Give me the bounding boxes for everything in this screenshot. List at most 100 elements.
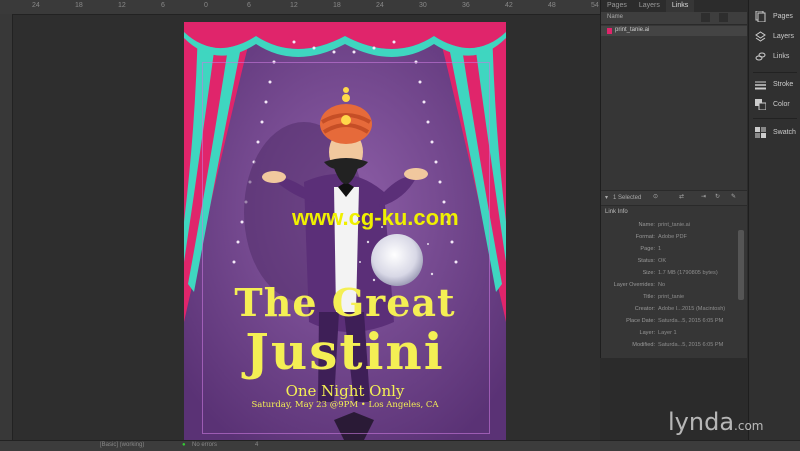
link-info-row: Modified: Saturda...5, 2015 6:05 PM <box>601 342 741 351</box>
crystal-ball <box>371 234 423 286</box>
link-info-value: Saturda...5, 2015 6:05 PM <box>658 342 724 348</box>
link-info-row: Place Date: Saturda...5, 2015 6:05 PM <box>601 318 741 327</box>
file-icon <box>607 28 612 34</box>
link-row[interactable]: print_tanie.ai <box>601 26 747 36</box>
ruler-mark: 12 <box>118 2 126 9</box>
link-info-value: print_tanie <box>658 294 685 300</box>
tab-pages[interactable]: Pages <box>601 0 633 12</box>
link-name: print_tanie.ai <box>615 27 650 33</box>
dock-swatches[interactable]: Swatch <box>749 124 800 142</box>
poster-title-line2: Justini <box>245 322 445 381</box>
link-info-row: Layer: Layer 1 <box>601 330 741 339</box>
pages-icon <box>755 10 766 23</box>
ruler-mark: 24 <box>32 2 40 9</box>
link-info-row: Page: 1 <box>601 246 741 255</box>
color-icon <box>755 99 767 111</box>
poster-title-line1: The Great <box>234 280 456 325</box>
cc-libraries-icon[interactable]: ⊙ <box>653 193 658 200</box>
workflow-status[interactable]: [Basic] (working) <box>100 442 144 448</box>
dock-stroke[interactable]: Stroke <box>749 76 800 94</box>
ruler-mark: 12 <box>290 2 298 9</box>
dock-color[interactable]: Color <box>749 96 800 114</box>
links-toolbar: ▾ 1 Selected ⊙ ⇄ ⇥ ↻ ✎ <box>601 190 747 206</box>
zoom-level[interactable]: 4 <box>255 442 258 448</box>
link-info-key: Page: <box>640 246 655 252</box>
ruler-mark: 24 <box>376 2 384 9</box>
edit-original-icon[interactable]: ✎ <box>731 193 736 200</box>
links-list-header[interactable]: Name <box>601 12 747 25</box>
link-info-key: Layer Overrides: <box>613 282 655 288</box>
link-info-row: Status: OK <box>601 258 741 267</box>
link-info-row: Title: print_tanie <box>601 294 741 303</box>
turban-jewel <box>341 115 351 125</box>
link-info-key: Place Date: <box>626 318 655 324</box>
link-info-value: Layer 1 <box>658 330 677 336</box>
site-watermark: www.cg-ku.com <box>292 205 459 230</box>
stroke-icon <box>755 79 766 90</box>
go-to-link-icon[interactable]: ⇥ <box>701 193 706 200</box>
ruler-mark: 54 <box>591 2 599 9</box>
horizontal-ruler[interactable]: 24 18 12 6 0 6 12 18 24 30 36 42 48 54 <box>0 0 600 15</box>
panel-tabs: Pages Layers Links <box>601 0 747 12</box>
tab-layers[interactable]: Layers <box>633 0 666 12</box>
poster-details: Saturday, May 23 @9PM • Los Angeles, CA <box>251 400 439 410</box>
link-info-key: Status: <box>637 258 655 264</box>
dock-pages[interactable]: Pages <box>749 8 800 26</box>
ruler-mark: 6 <box>161 2 165 9</box>
poster-document-page[interactable]: The Great Justini One Night Only Saturda… <box>184 22 506 440</box>
link-info-value: print_tanie.ai <box>658 222 691 228</box>
link-info-key: Name: <box>638 222 655 228</box>
relink-icon[interactable]: ⇄ <box>679 193 684 200</box>
link-info-value: Adobe PDF <box>658 234 687 240</box>
link-info-key: Format: <box>635 234 655 240</box>
link-info-row: Format: Adobe PDF <box>601 234 741 243</box>
link-info-title[interactable]: Link Info <box>605 209 628 215</box>
panel-dock: Pages Layers Links Stroke Color Swatch <box>748 0 800 440</box>
link-info-key: Creator: <box>634 306 655 312</box>
link-info-row: Size: 1.7 MB (1790805 bytes) <box>601 270 741 279</box>
link-info-key: Layer: <box>639 330 655 336</box>
links-icon <box>755 51 766 62</box>
layers-icon <box>755 31 766 42</box>
preflight-icon: ● <box>182 442 186 448</box>
magician-right-hand <box>404 168 428 180</box>
link-info-key: Size: <box>642 270 655 276</box>
link-info-key: Title: <box>643 294 655 300</box>
status-bar: 4 [Basic] (working) ● No errors <box>0 440 800 451</box>
tab-links[interactable]: Links <box>665 0 695 12</box>
ruler-mark: 30 <box>419 2 427 9</box>
selected-count: 1 Selected <box>613 195 642 201</box>
ruler-mark: 42 <box>505 2 513 9</box>
dock-separator <box>753 72 797 73</box>
preflight-status[interactable]: No errors <box>192 442 217 448</box>
link-info-value: Adobe I...2015 (Macintosh) <box>658 306 726 312</box>
ruler-mark: 48 <box>548 2 556 9</box>
ruler-mark: 6 <box>247 2 251 9</box>
link-info-key: Modified: <box>632 342 655 348</box>
dock-links[interactable]: Links <box>749 48 800 66</box>
name-column-header[interactable]: Name <box>607 14 623 20</box>
link-info-value: No <box>658 282 666 288</box>
link-info-row: Creator: Adobe I...2015 (Macintosh) <box>601 306 741 315</box>
status-column-icon[interactable] <box>701 13 710 22</box>
ruler-mark: 36 <box>462 2 470 9</box>
links-panel: Pages Layers Links Name print_tanie.ai ▾… <box>600 0 747 358</box>
page-column-icon[interactable] <box>719 13 728 22</box>
link-info-value: 1.7 MB (1790805 bytes) <box>658 270 718 276</box>
ruler-mark: 18 <box>333 2 341 9</box>
link-info-row: Name: print_tanie.ai <box>601 222 741 231</box>
dock-layers[interactable]: Layers <box>749 28 800 46</box>
link-info-value: Saturda...5, 2015 6:05 PM <box>658 318 724 324</box>
link-info-value: 1 <box>658 246 662 252</box>
update-link-icon[interactable]: ↻ <box>715 193 720 200</box>
magician-left-hand <box>262 171 286 183</box>
poster-subtitle: One Night Only <box>285 382 405 400</box>
ruler-mark: 0 <box>204 2 208 9</box>
link-info-scrollbar[interactable] <box>738 230 744 300</box>
vertical-ruler[interactable] <box>0 14 13 440</box>
link-info-row: Layer Overrides: No <box>601 282 741 291</box>
ruler-mark: 18 <box>75 2 83 9</box>
collapse-info-icon[interactable]: ▾ <box>605 194 608 201</box>
lynda-watermark: lynda.com <box>668 408 764 436</box>
link-info-value: OK <box>658 258 667 264</box>
